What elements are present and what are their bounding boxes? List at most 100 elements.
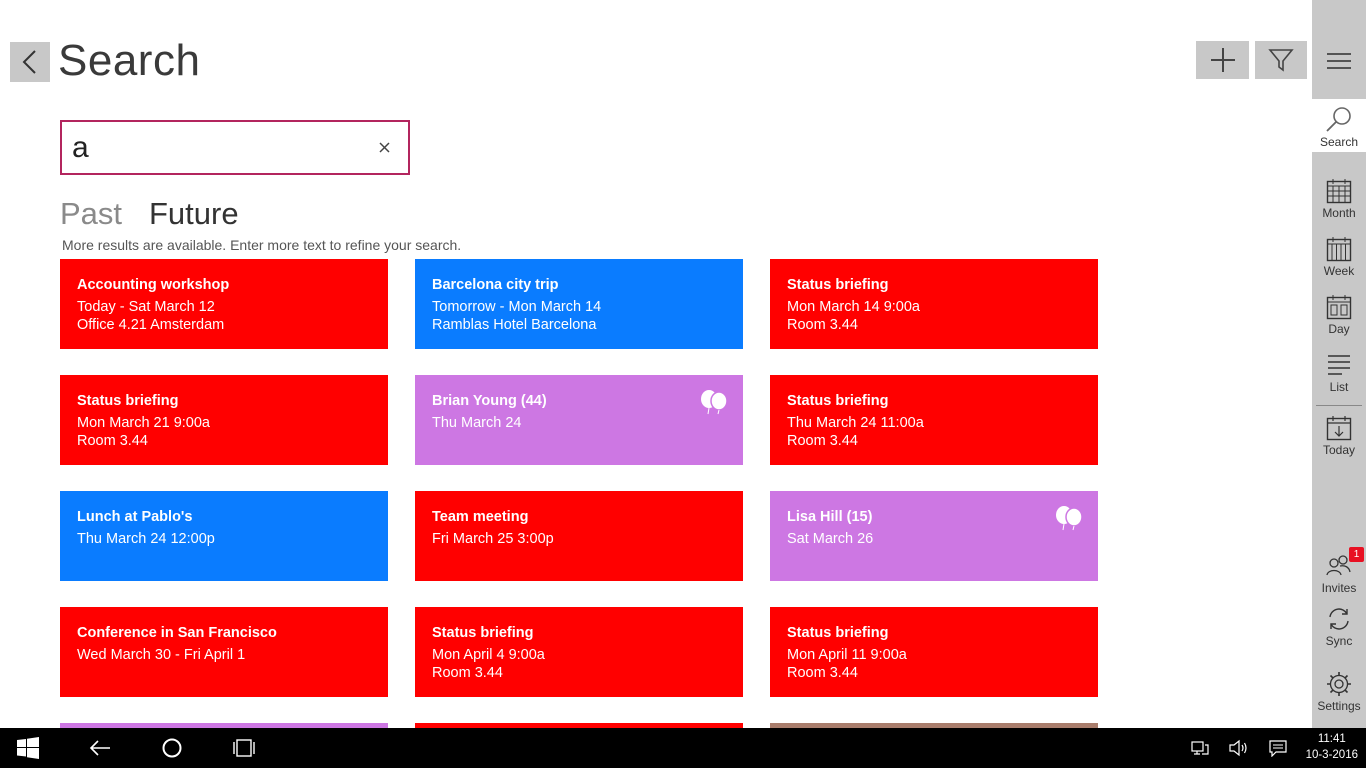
event-title: Accounting workshop	[77, 277, 230, 293]
event-location: Room 3.44	[77, 433, 148, 449]
invites-count-badge: 1	[1349, 547, 1364, 562]
event-location: Ramblas Hotel Barcelona	[432, 317, 597, 333]
sidebar-item-search[interactable]: Search	[1312, 105, 1366, 159]
event-date: Mon March 21 9:00a	[77, 415, 210, 431]
sidebar-label-settings: Settings	[1317, 699, 1361, 713]
sidebar-label-list: List	[1329, 380, 1349, 394]
sidebar-label-search: Search	[1319, 135, 1359, 149]
event-location: Room 3.44	[787, 665, 858, 681]
event-title: Status briefing	[77, 393, 179, 409]
event-date: Tomorrow - Mon March 14	[432, 299, 602, 315]
calendar-month-icon	[1326, 179, 1352, 204]
event-title: Status briefing	[432, 625, 534, 641]
tab-past[interactable]: Past	[60, 196, 122, 232]
task-view-button[interactable]	[232, 736, 256, 760]
hamburger-icon	[1327, 53, 1351, 69]
event-title: Lisa Hill (15)	[787, 509, 873, 525]
search-input[interactable]	[72, 130, 362, 166]
page-title: Search	[58, 36, 201, 85]
event-tile[interactable]: Status briefing Mon March 14 9:00a Room …	[770, 259, 1098, 349]
balloons-icon	[701, 390, 728, 415]
volume-tray-button[interactable]	[1226, 736, 1250, 760]
event-tile[interactable]: Accounting workshop Today - Sat March 12…	[60, 259, 388, 349]
event-location: Office 4.21 Amsterdam	[77, 317, 225, 333]
system-clock[interactable]: 11:41 10-3-2016	[1306, 731, 1358, 763]
task-view-icon	[233, 739, 255, 757]
event-location: Room 3.44	[787, 317, 858, 333]
event-date: Mon March 14 9:00a	[787, 299, 920, 315]
tab-future[interactable]: Future	[149, 196, 239, 232]
sidebar-label-today: Today	[1322, 443, 1356, 457]
calendar-day-icon	[1326, 295, 1352, 320]
birthday-tile[interactable]: Brian Young (44) Thu March 24	[415, 375, 743, 465]
event-tile[interactable]: Status briefing Thu March 24 11:00a Room…	[770, 375, 1098, 465]
sidebar-item-today[interactable]: Today	[1312, 415, 1366, 469]
sidebar-item-invites[interactable]: 1 Invites	[1312, 547, 1366, 607]
sidebar-label-month: Month	[1322, 206, 1356, 220]
sidebar-item-settings[interactable]: Settings	[1312, 671, 1366, 725]
event-date: Today - Sat March 12	[77, 299, 215, 315]
start-button[interactable]	[16, 736, 40, 760]
event-title: Status briefing	[787, 625, 889, 641]
event-tile[interactable]: Status briefing Mon April 4 9:00a Room 3…	[415, 607, 743, 697]
event-title: Lunch at Pablo's	[77, 509, 193, 525]
event-tile[interactable]: Status briefing Mon March 21 9:00a Room …	[60, 375, 388, 465]
sidebar-item-day[interactable]: Day	[1312, 294, 1366, 348]
event-location: Room 3.44	[432, 665, 503, 681]
event-date: Fri March 25 3:00p	[432, 531, 554, 547]
balloons-icon	[1056, 506, 1083, 531]
sidebar-item-list[interactable]: List	[1312, 352, 1366, 406]
event-title: Status briefing	[787, 393, 889, 409]
clock-date: 10-3-2016	[1305, 749, 1358, 761]
app-window: Search Past Future More results are avai…	[0, 0, 1366, 768]
list-icon	[1328, 355, 1350, 375]
filter-button[interactable]	[1255, 41, 1307, 79]
sidebar-divider	[1316, 405, 1362, 406]
event-tile[interactable]: Conference in San Francisco Wed March 30…	[60, 607, 388, 697]
event-date: Thu March 24	[432, 415, 522, 431]
arrow-left-icon	[89, 740, 110, 756]
search-field[interactable]	[60, 120, 410, 175]
action-center-button[interactable]	[1266, 736, 1290, 760]
sidebar-label-day: Day	[1328, 322, 1350, 336]
speaker-icon	[1229, 739, 1247, 757]
event-location: Room 3.44	[787, 433, 858, 449]
event-title: Barcelona city trip	[432, 277, 559, 293]
calendar-today-icon	[1326, 416, 1352, 441]
windows-logo-icon	[17, 737, 39, 759]
event-tile[interactable]: Team meeting Fri March 25 3:00p	[415, 491, 743, 581]
close-icon	[378, 141, 390, 153]
event-tile[interactable]: Lunch at Pablo's Thu March 24 12:00p	[60, 491, 388, 581]
event-date: Mon April 4 9:00a	[432, 647, 545, 663]
cortana-button[interactable]	[160, 736, 184, 760]
birthday-tile[interactable]: Lisa Hill (15) Sat March 26	[770, 491, 1098, 581]
sidebar-label-week: Week	[1323, 264, 1355, 278]
add-button[interactable]	[1196, 41, 1249, 79]
event-title: Conference in San Francisco	[77, 625, 277, 641]
search-icon	[1326, 107, 1351, 132]
back-button[interactable]	[10, 42, 50, 82]
sidebar-label-sync: Sync	[1325, 634, 1353, 648]
taskbar-back-button[interactable]	[88, 736, 112, 760]
event-date: Wed March 30 - Fri April 1	[77, 647, 246, 663]
sidebar-item-month[interactable]: Month	[1312, 178, 1366, 232]
clear-search-button[interactable]	[374, 137, 394, 157]
sidebar-item-week[interactable]: Week	[1312, 236, 1366, 290]
results-hint: More results are available. Enter more t…	[62, 237, 462, 253]
plus-icon	[1210, 48, 1235, 72]
event-date: Thu March 24 11:00a	[787, 415, 924, 431]
event-date: Thu March 24 12:00p	[77, 531, 215, 547]
clock-time: 11:41	[1317, 733, 1346, 745]
event-tile[interactable]: Status briefing Mon April 11 9:00a Room …	[770, 607, 1098, 697]
filter-icon	[1268, 49, 1294, 72]
sync-icon	[1329, 608, 1349, 630]
notification-icon	[1269, 740, 1287, 757]
taskbar: 11:41 10-3-2016	[0, 728, 1366, 768]
gear-icon	[1327, 672, 1351, 696]
event-title: Team meeting	[432, 509, 529, 525]
hamburger-menu-button[interactable]	[1312, 41, 1366, 81]
network-tray-button[interactable]	[1188, 736, 1212, 760]
event-tile[interactable]: Barcelona city trip Tomorrow - Mon March…	[415, 259, 743, 349]
sidebar-item-sync[interactable]: Sync	[1312, 606, 1366, 660]
calendar-week-icon	[1326, 237, 1352, 262]
